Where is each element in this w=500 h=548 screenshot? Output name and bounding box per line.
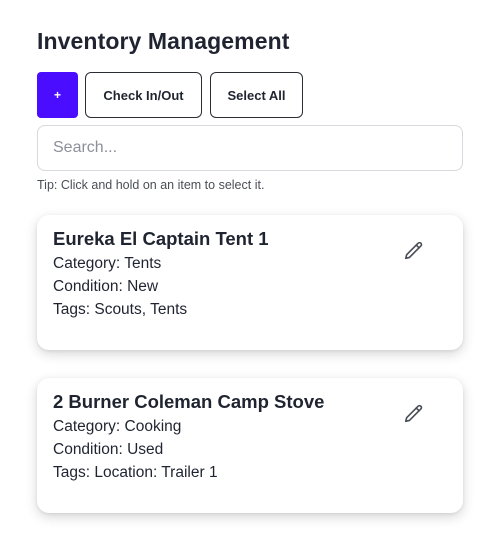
item-name: 2 Burner Coleman Camp Stove — [53, 391, 325, 412]
inventory-page: Inventory Management + Check In/Out Sele… — [0, 0, 500, 548]
item-card[interactable]: Eureka El Captain Tent 1 Category: Tents… — [37, 215, 463, 350]
add-item-button[interactable]: + — [37, 72, 78, 118]
page-title: Inventory Management — [37, 28, 290, 54]
item-tags: Tags: Scouts, Tents — [53, 301, 188, 318]
item-condition: Condition: New — [53, 278, 159, 295]
select-all-button[interactable]: Select All — [210, 72, 303, 118]
item-card[interactable]: 2 Burner Coleman Camp Stove Category: Co… — [37, 378, 463, 513]
edit-item-button[interactable] — [401, 402, 427, 428]
item-category: Category: Tents — [53, 255, 162, 272]
pencil-icon — [403, 403, 425, 428]
item-category: Category: Cooking — [53, 418, 182, 435]
check-in-out-button[interactable]: Check In/Out — [85, 72, 202, 118]
item-condition: Condition: Used — [53, 441, 164, 458]
edit-item-button[interactable] — [401, 239, 427, 265]
pencil-icon — [403, 240, 425, 265]
item-tags: Tags: Location: Trailer 1 — [53, 464, 218, 481]
search-input[interactable] — [37, 125, 463, 171]
item-name: Eureka El Captain Tent 1 — [53, 228, 269, 249]
tip-text: Tip: Click and hold on an item to select… — [37, 178, 265, 192]
